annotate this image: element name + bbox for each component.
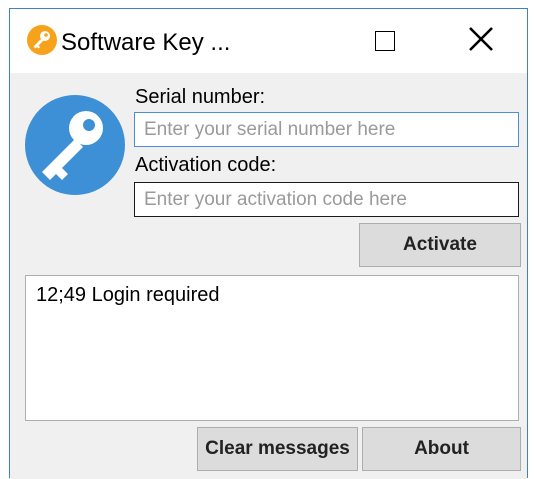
- serial-number-label: Serial number:: [135, 86, 266, 108]
- clear-messages-button[interactable]: Clear messages: [197, 427, 358, 471]
- activation-code-label: Activation code:: [135, 154, 277, 176]
- window-title: Software Key ...: [61, 29, 231, 56]
- serial-number-input[interactable]: [134, 112, 519, 147]
- messages-box[interactable]: 12;49 Login required: [25, 275, 519, 421]
- activate-button[interactable]: Activate: [359, 223, 521, 267]
- key-badge-icon: [25, 95, 125, 195]
- client-area: Serial number: Activation code: Activate…: [10, 73, 527, 479]
- software-key-window: Software Key ... Serial number: Ac: [9, 8, 528, 479]
- title-bar[interactable]: Software Key ...: [10, 9, 527, 73]
- maximize-icon: [375, 31, 395, 51]
- activation-code-input[interactable]: [134, 182, 519, 217]
- close-icon: [468, 26, 494, 57]
- close-button[interactable]: [461, 21, 501, 61]
- about-button[interactable]: About: [362, 427, 521, 471]
- message-line: 12;49 Login required: [36, 284, 220, 306]
- key-icon: [27, 25, 57, 55]
- maximize-button[interactable]: [367, 23, 403, 59]
